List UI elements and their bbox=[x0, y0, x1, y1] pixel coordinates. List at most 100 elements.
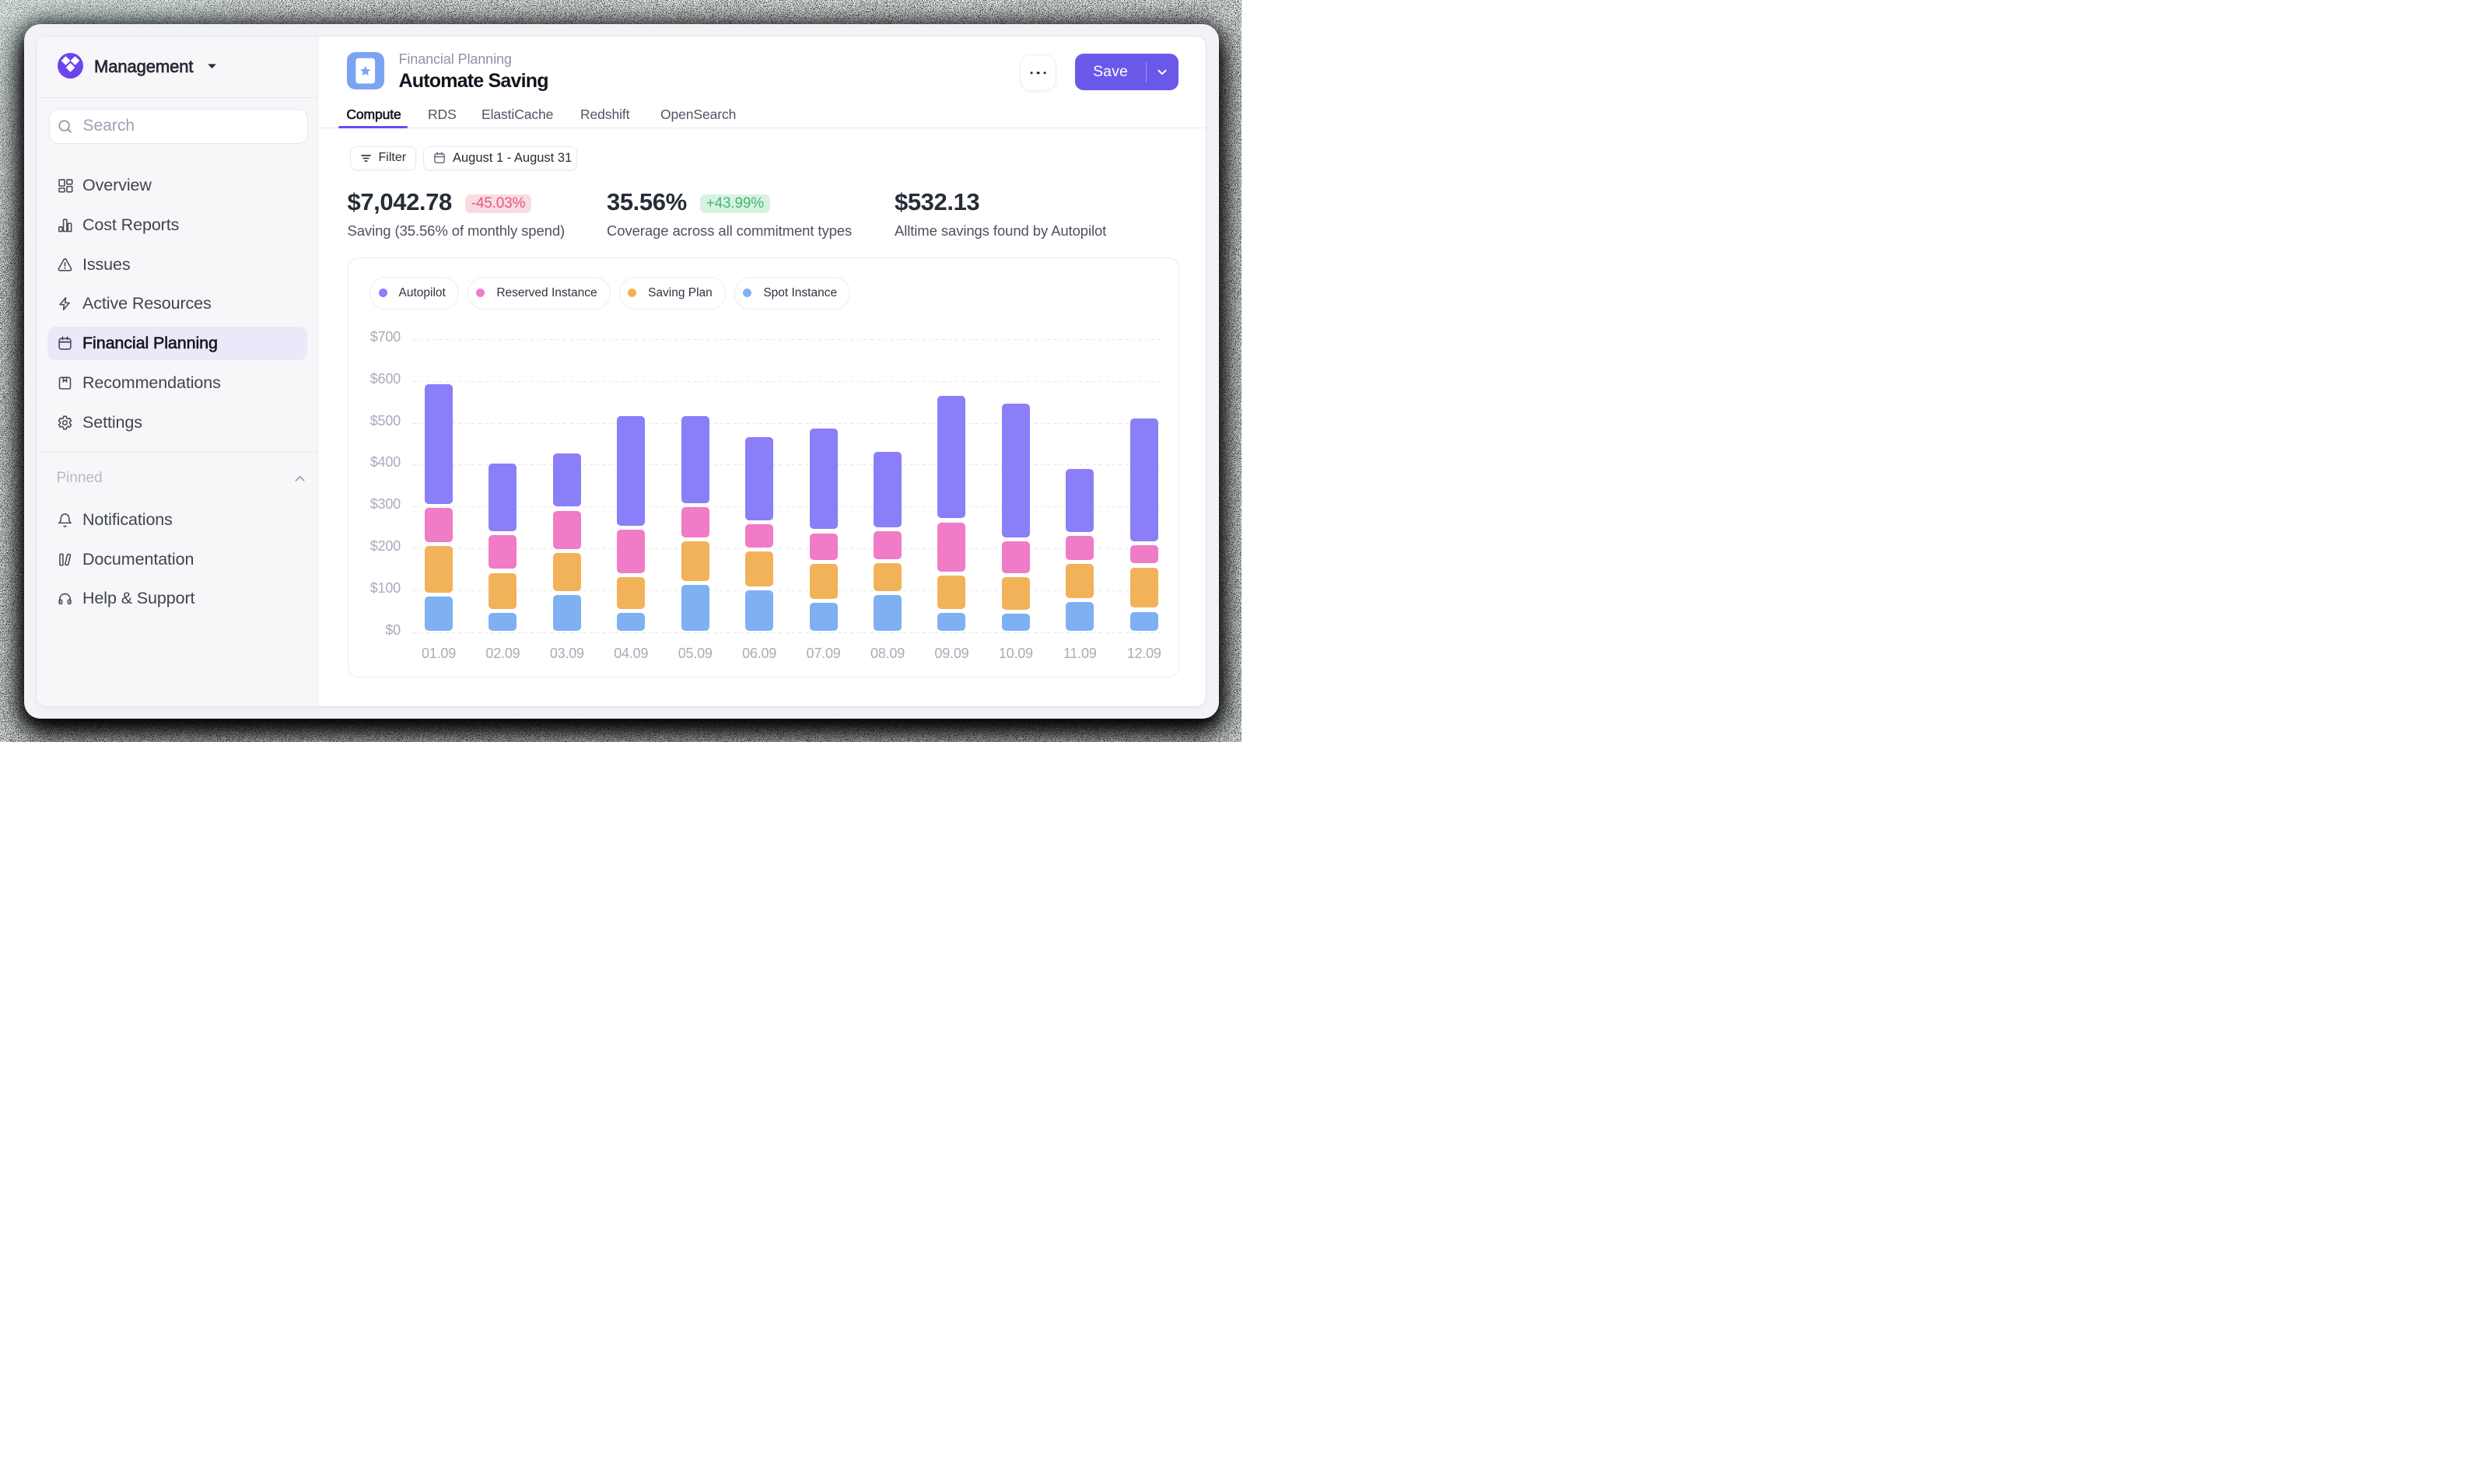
bar-segment-07.09-saving-plan[interactable] bbox=[810, 564, 838, 598]
x-axis-label: 03.09 bbox=[540, 646, 594, 662]
bar-segment-03.09-autopilot[interactable] bbox=[553, 453, 581, 506]
bar-segment-10.09-reserved-instance[interactable] bbox=[1002, 541, 1030, 573]
date-range-button[interactable]: August 1 - August 31 bbox=[423, 146, 577, 170]
tab-rds[interactable]: RDS bbox=[428, 107, 453, 123]
bar-segment-09.09-spot-instance[interactable] bbox=[937, 613, 965, 630]
save-button[interactable]: Save bbox=[1075, 54, 1178, 90]
tab-redshift[interactable]: Redshift bbox=[580, 107, 629, 123]
bar-segment-08.09-spot-instance[interactable] bbox=[874, 595, 902, 630]
sidebar-item-label: Active Resources bbox=[82, 294, 212, 313]
y-axis-label: $0 bbox=[354, 621, 401, 638]
bookmark-icon bbox=[57, 375, 73, 391]
bar-segment-12.09-reserved-instance[interactable] bbox=[1130, 545, 1158, 563]
bar-segment-12.09-spot-instance[interactable] bbox=[1130, 612, 1158, 631]
bar-segment-05.09-spot-instance[interactable] bbox=[681, 585, 709, 630]
chevron-up-icon[interactable] bbox=[293, 472, 306, 485]
tab-opensearch[interactable]: OpenSearch bbox=[660, 107, 728, 123]
sidebar-item-label: Overview bbox=[82, 176, 152, 195]
gridline-700 bbox=[413, 339, 1160, 340]
x-axis-label: 12.09 bbox=[1117, 646, 1171, 662]
bar-segment-01.09-saving-plan[interactable] bbox=[425, 546, 453, 593]
y-axis-label: $600 bbox=[354, 371, 401, 387]
bar-segment-12.09-autopilot[interactable] bbox=[1130, 418, 1158, 541]
bar-segment-04.09-autopilot[interactable] bbox=[617, 416, 645, 526]
sidebar-item-label: Documentation bbox=[82, 550, 194, 569]
sidebar-item-label: Recommendations bbox=[82, 373, 221, 393]
sidebar-item-documentation[interactable]: Documentation bbox=[47, 543, 307, 576]
search-icon bbox=[57, 118, 73, 135]
sidebar-item-recommendations[interactable]: Recommendations bbox=[47, 366, 307, 400]
gear-icon bbox=[57, 415, 73, 431]
bar-segment-11.09-saving-plan[interactable] bbox=[1066, 564, 1094, 597]
workspace-switcher[interactable]: Management bbox=[37, 37, 317, 97]
stat-caption: Saving (35.56% of monthly spend) bbox=[348, 222, 566, 240]
bar-segment-08.09-saving-plan[interactable] bbox=[874, 563, 902, 591]
tab-elasticache[interactable]: ElastiCache bbox=[482, 107, 552, 123]
bar-segment-04.09-saving-plan[interactable] bbox=[617, 577, 645, 609]
bar-segment-03.09-reserved-instance[interactable] bbox=[553, 511, 581, 549]
bar-segment-11.09-spot-instance[interactable] bbox=[1066, 602, 1094, 631]
pinned-header[interactable]: Pinned bbox=[37, 470, 317, 491]
bar-segment-05.09-reserved-instance[interactable] bbox=[681, 507, 709, 537]
bar-segment-10.09-spot-instance[interactable] bbox=[1002, 614, 1030, 630]
x-axis-label: 08.09 bbox=[860, 646, 915, 662]
bar-segment-06.09-spot-instance[interactable] bbox=[745, 590, 773, 631]
y-axis-label: $700 bbox=[354, 329, 401, 345]
bar-segment-02.09-reserved-instance[interactable] bbox=[489, 535, 517, 569]
bar-segment-03.09-saving-plan[interactable] bbox=[553, 553, 581, 591]
sidebar-item-settings[interactable]: Settings bbox=[47, 406, 307, 439]
bar-segment-02.09-autopilot[interactable] bbox=[489, 464, 517, 531]
bar-segment-01.09-reserved-instance[interactable] bbox=[425, 508, 453, 542]
bar-segment-04.09-spot-instance[interactable] bbox=[617, 613, 645, 630]
sidebar-item-help-support[interactable]: Help & Support bbox=[47, 582, 307, 615]
bar-segment-08.09-autopilot[interactable] bbox=[874, 452, 902, 527]
app-window: Management Overview Cost Reports Issues Act… bbox=[24, 24, 1219, 719]
bar-segment-01.09-autopilot[interactable] bbox=[425, 384, 453, 504]
bar-segment-05.09-autopilot[interactable] bbox=[681, 416, 709, 503]
stat-alltime-savings: $532.13 Alltime savings found by Autopil… bbox=[895, 189, 1106, 240]
bar-segment-02.09-saving-plan[interactable] bbox=[489, 573, 517, 609]
gridline-100 bbox=[413, 590, 1160, 591]
search-input[interactable] bbox=[83, 117, 307, 135]
bar-segment-02.09-spot-instance[interactable] bbox=[489, 613, 517, 630]
filter-button[interactable]: Filter bbox=[350, 146, 416, 170]
x-axis-label: 07.09 bbox=[797, 646, 851, 662]
sidebar-item-overview[interactable]: Overview bbox=[47, 169, 307, 202]
bar-segment-11.09-autopilot[interactable] bbox=[1066, 469, 1094, 531]
save-dropdown-toggle[interactable] bbox=[1147, 65, 1178, 79]
y-axis-label: $500 bbox=[354, 412, 401, 429]
bar-segment-11.09-reserved-instance[interactable] bbox=[1066, 536, 1094, 560]
bar-segment-06.09-autopilot[interactable] bbox=[745, 437, 773, 520]
bar-segment-06.09-saving-plan[interactable] bbox=[745, 551, 773, 586]
main-panel: Financial Planning Automate Saving Save … bbox=[318, 37, 1206, 706]
x-axis-label: 02.09 bbox=[475, 646, 530, 662]
bar-segment-07.09-autopilot[interactable] bbox=[810, 429, 838, 530]
bar-segment-10.09-autopilot[interactable] bbox=[1002, 404, 1030, 537]
bar-segment-04.09-reserved-instance[interactable] bbox=[617, 530, 645, 573]
search-box[interactable] bbox=[49, 109, 308, 145]
bar-segment-07.09-spot-instance[interactable] bbox=[810, 603, 838, 631]
tab-compute[interactable]: Compute bbox=[346, 107, 401, 123]
sidebar-item-issues[interactable]: Issues bbox=[47, 248, 307, 282]
sidebar-item-label: Issues bbox=[82, 255, 131, 275]
stat-coverage: 35.56%+43.99% Coverage across all commit… bbox=[607, 189, 852, 240]
bar-segment-12.09-saving-plan[interactable] bbox=[1130, 568, 1158, 608]
bar-segment-09.09-saving-plan[interactable] bbox=[937, 576, 965, 609]
sidebar-item-notifications[interactable]: Notifications bbox=[47, 503, 307, 537]
sidebar-item-cost-reports[interactable]: Cost Reports bbox=[47, 208, 307, 242]
bar-segment-05.09-saving-plan[interactable] bbox=[681, 541, 709, 581]
sidebar-item-active-resources[interactable]: Active Resources bbox=[47, 287, 307, 320]
bar-segment-07.09-reserved-instance[interactable] bbox=[810, 534, 838, 561]
stat-delta-badge: +43.99% bbox=[700, 194, 770, 214]
bar-segment-01.09-spot-instance[interactable] bbox=[425, 597, 453, 631]
y-axis-label: $100 bbox=[354, 580, 401, 597]
bar-segment-03.09-spot-instance[interactable] bbox=[553, 595, 581, 630]
bar-segment-10.09-saving-plan[interactable] bbox=[1002, 577, 1030, 610]
bar-segment-09.09-autopilot[interactable] bbox=[937, 396, 965, 518]
bar-segment-06.09-reserved-instance[interactable] bbox=[745, 524, 773, 548]
more-options-button[interactable] bbox=[1020, 54, 1056, 91]
sidebar-item-financial-planning[interactable]: Financial Planning bbox=[47, 327, 307, 360]
bar-segment-08.09-reserved-instance[interactable] bbox=[874, 531, 902, 559]
savings-chart-card: AutopilotReserved InstanceSaving PlanSpo… bbox=[348, 257, 1180, 677]
bar-segment-09.09-reserved-instance[interactable] bbox=[937, 523, 965, 572]
